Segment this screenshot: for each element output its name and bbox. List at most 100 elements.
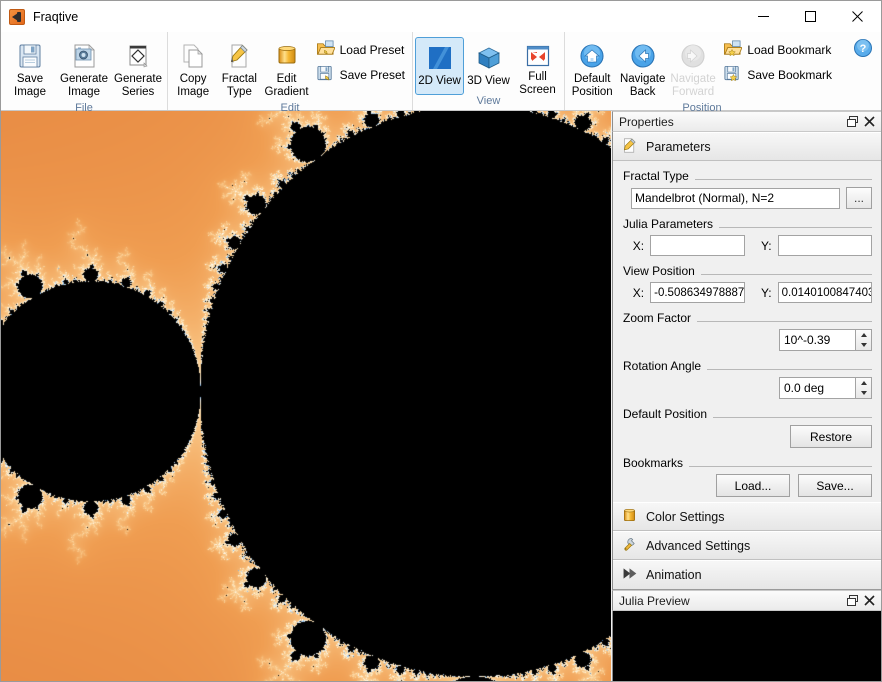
close-button[interactable] xyxy=(834,1,881,32)
zoom-factor-row: 10^-0.39 xyxy=(623,329,872,351)
3d-cube-icon xyxy=(475,42,503,74)
section-fractal-type: Fractal Type xyxy=(623,169,872,183)
load-bookmark-label: Load Bookmark xyxy=(747,42,832,57)
gradient-bar-icon xyxy=(272,40,302,72)
fractal-2d-view[interactable] xyxy=(1,111,611,681)
play-forward-icon xyxy=(621,565,638,585)
save-preset-label: Save Preset xyxy=(339,67,405,82)
accordion-parameters[interactable]: Parameters xyxy=(613,132,881,161)
ribbon-toolbar: Save Image Generate Image Generate Serie… xyxy=(1,32,881,114)
rotation-angle-increment[interactable] xyxy=(856,378,871,388)
view-position-x-input[interactable]: -0.50863497888703 xyxy=(650,282,745,303)
rotation-angle-input[interactable]: 0.0 deg xyxy=(779,377,855,399)
zoom-factor-spin-buttons[interactable] xyxy=(855,329,872,351)
zoom-factor-stepper[interactable]: 10^-0.39 xyxy=(779,329,872,351)
rotation-angle-spin-buttons[interactable] xyxy=(855,377,872,399)
rotation-angle-section-label: Rotation Angle xyxy=(623,359,702,373)
copy-image-label: Copy Image xyxy=(177,73,210,98)
3d-view-label: 3D View xyxy=(467,75,510,87)
camera-image-icon xyxy=(69,40,99,72)
position-small-buttons: Load Bookmark Save Bookmark xyxy=(718,35,837,87)
bookmarks-section-label: Bookmarks xyxy=(623,456,684,470)
arrow-right-circle-icon xyxy=(679,40,707,72)
accordion-advanced-settings[interactable]: Advanced Settings xyxy=(613,531,881,560)
section-bookmarks: Bookmarks xyxy=(623,456,872,470)
3d-view-button[interactable]: 3D View xyxy=(464,37,513,95)
floppy-disk-icon xyxy=(15,40,45,72)
rotation-angle-row: 0.0 deg xyxy=(623,377,872,399)
accordion-animation-label: Animation xyxy=(646,568,702,582)
julia-y-label: Y: xyxy=(760,238,772,253)
ribbon-group-view: 2D View 3D View Full Screen View xyxy=(412,32,564,110)
julia-y-input[interactable] xyxy=(777,235,872,256)
help-question-icon: ? xyxy=(853,39,873,61)
save-bookmark-button[interactable]: Save Bookmark xyxy=(718,62,837,87)
default-position-button[interactable]: Default Position xyxy=(567,35,617,102)
title-bar: Fraqtive xyxy=(1,1,881,32)
save-bookmark-label: Save Bookmark xyxy=(747,67,833,82)
fractal-type-browse-button[interactable]: ... xyxy=(846,187,872,209)
navigate-forward-label: Navigate Forward xyxy=(670,73,716,98)
folder-open-bookmark-icon xyxy=(723,39,743,61)
fractal-type-input[interactable]: Mandelbrot (Normal), N=2 xyxy=(631,187,840,209)
view-position-y-input[interactable]: 0.014010084740383 xyxy=(777,282,872,303)
bookmarks-row: Load... Save... xyxy=(623,474,872,497)
accordion-advanced-settings-label: Advanced Settings xyxy=(646,538,751,553)
julia-preview-float-button[interactable] xyxy=(845,593,860,608)
view-position-y-label: Y: xyxy=(760,285,772,300)
bookmarks-load-button[interactable]: Load... xyxy=(716,474,790,497)
properties-panel-body: Parameters Fractal Type Mandelbrot (Norm… xyxy=(612,132,881,590)
fraqtive-logo-icon xyxy=(9,8,25,25)
copy-image-button[interactable]: Copy Image xyxy=(170,35,216,102)
fullscreen-arrows-icon xyxy=(524,42,552,70)
generate-series-button[interactable]: Generate Series xyxy=(111,35,165,102)
save-image-button[interactable]: Save Image xyxy=(3,35,57,102)
fractal-canvas[interactable] xyxy=(1,111,611,681)
ribbon-group-position: Default Position Navigate Back Navigate … xyxy=(564,32,839,114)
julia-parameters-section-label: Julia Parameters xyxy=(623,217,714,231)
navigate-back-button[interactable]: Navigate Back xyxy=(617,35,667,102)
save-preset-button[interactable]: Save Preset xyxy=(311,62,410,87)
accordion-color-settings[interactable]: Color Settings xyxy=(613,502,881,531)
julia-preview-canvas[interactable] xyxy=(612,611,881,681)
wrench-icon xyxy=(621,536,638,556)
julia-preview-titlebar: Julia Preview xyxy=(612,590,881,611)
load-preset-label: Load Preset xyxy=(339,42,405,57)
full-screen-label: Full Screen xyxy=(519,71,556,96)
zoom-factor-decrement[interactable] xyxy=(856,340,871,350)
julia-preview-close-button[interactable] xyxy=(862,593,877,608)
zoom-factor-input[interactable]: 10^-0.39 xyxy=(779,329,855,351)
window-controls xyxy=(740,1,881,32)
accordion-animation[interactable]: Animation xyxy=(613,560,881,589)
floppy-preset-icon xyxy=(316,64,335,86)
properties-float-button[interactable] xyxy=(845,114,860,129)
navigate-back-label: Navigate Back xyxy=(619,73,666,98)
2d-view-icon xyxy=(426,42,454,74)
section-rotation-angle: Rotation Angle xyxy=(623,359,872,373)
edit-gradient-button[interactable]: Edit Gradient xyxy=(263,35,311,102)
fractal-type-button[interactable]: Fractal Type xyxy=(216,35,262,102)
rotation-angle-decrement[interactable] xyxy=(856,388,871,398)
view-position-row: X: -0.50863497888703 Y: 0.01401008474038… xyxy=(623,282,872,303)
properties-close-button[interactable] xyxy=(862,114,877,129)
load-preset-button[interactable]: Load Preset xyxy=(311,37,410,62)
full-screen-button[interactable]: Full Screen xyxy=(513,37,562,96)
2d-view-label: 2D View xyxy=(418,75,461,87)
julia-x-input[interactable] xyxy=(650,235,745,256)
load-bookmark-button[interactable]: Load Bookmark xyxy=(718,37,837,62)
maximize-button[interactable] xyxy=(787,1,834,32)
zoom-factor-increment[interactable] xyxy=(856,330,871,340)
navigate-forward-button[interactable]: Navigate Forward xyxy=(668,35,718,102)
pencil-page-icon xyxy=(224,40,254,72)
2d-view-button[interactable]: 2D View xyxy=(415,37,464,95)
generate-image-button[interactable]: Generate Image xyxy=(57,35,111,102)
series-diamond-icon xyxy=(123,40,153,72)
restore-button[interactable]: Restore xyxy=(790,425,872,448)
properties-panel-title: Properties xyxy=(619,114,674,129)
bookmarks-save-button[interactable]: Save... xyxy=(798,474,872,497)
julia-parameters-row: X: Y: xyxy=(623,235,872,256)
rotation-angle-stepper[interactable]: 0.0 deg xyxy=(779,377,872,399)
section-rule xyxy=(700,274,872,275)
help-button[interactable]: ? xyxy=(845,32,881,110)
minimize-button[interactable] xyxy=(740,1,787,32)
